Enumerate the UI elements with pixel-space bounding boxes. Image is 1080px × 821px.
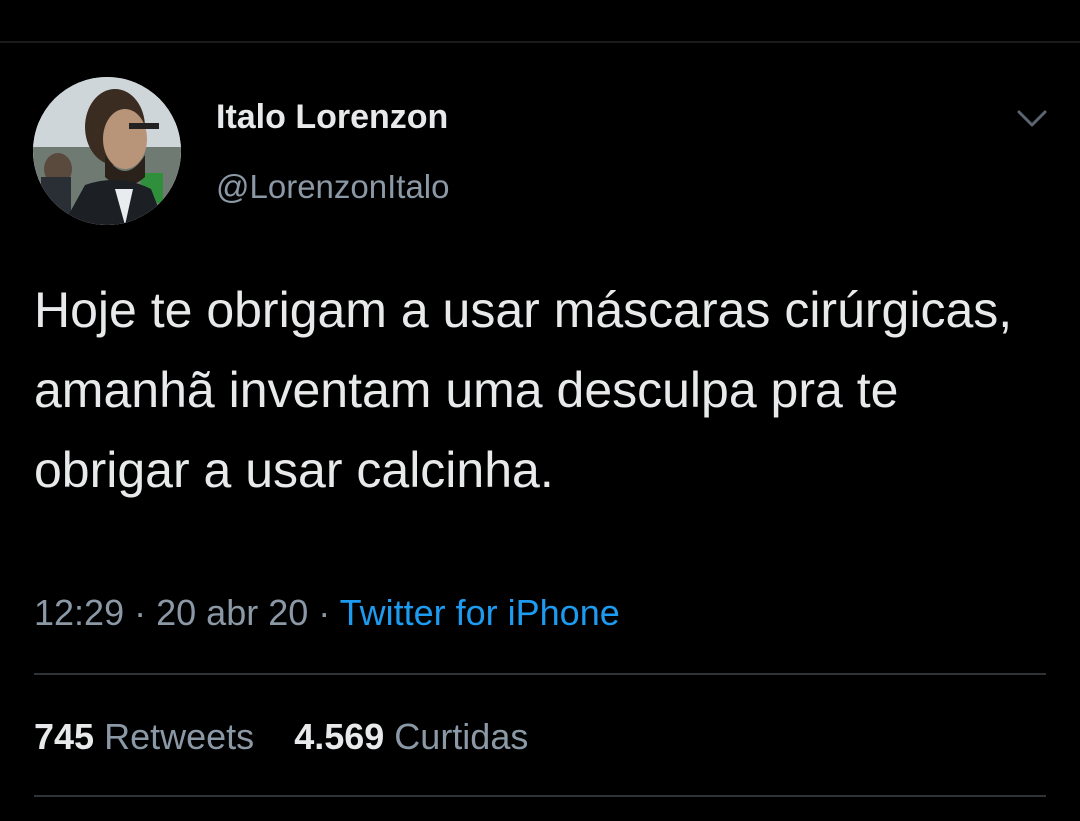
divider [34,673,1046,675]
tweet-source-link[interactable]: Twitter for iPhone [340,592,620,633]
tweet-stats: 745 Retweets 4.569 Curtidas [34,716,528,758]
meta-separator: · [318,592,331,633]
tweet-meta: 12:29 · 20 abr 20 · Twitter for iPhone [34,592,620,634]
tweet-time: 12:29 [34,592,125,633]
divider [34,795,1046,797]
tweet-text: Hoje te obrigam a usar máscaras cirúrgic… [34,282,1013,498]
likes-stat[interactable]: 4.569 Curtidas [294,716,528,757]
retweets-stat[interactable]: 745 Retweets [34,716,264,757]
avatar[interactable] [33,77,181,225]
top-divider [0,41,1080,43]
profile-photo-icon [33,77,181,225]
author-handle[interactable]: @LorenzonItalo [216,168,449,206]
author-display-name[interactable]: Italo Lorenzon [216,98,448,137]
tweet-date[interactable]: 20 abr 20 [156,592,308,633]
likes-count: 4.569 [294,716,385,757]
chevron-down-icon[interactable] [1016,104,1048,132]
retweets-count: 745 [34,716,95,757]
meta-separator: · [134,592,147,633]
retweets-label: Retweets [104,716,255,757]
likes-label: Curtidas [394,716,529,757]
